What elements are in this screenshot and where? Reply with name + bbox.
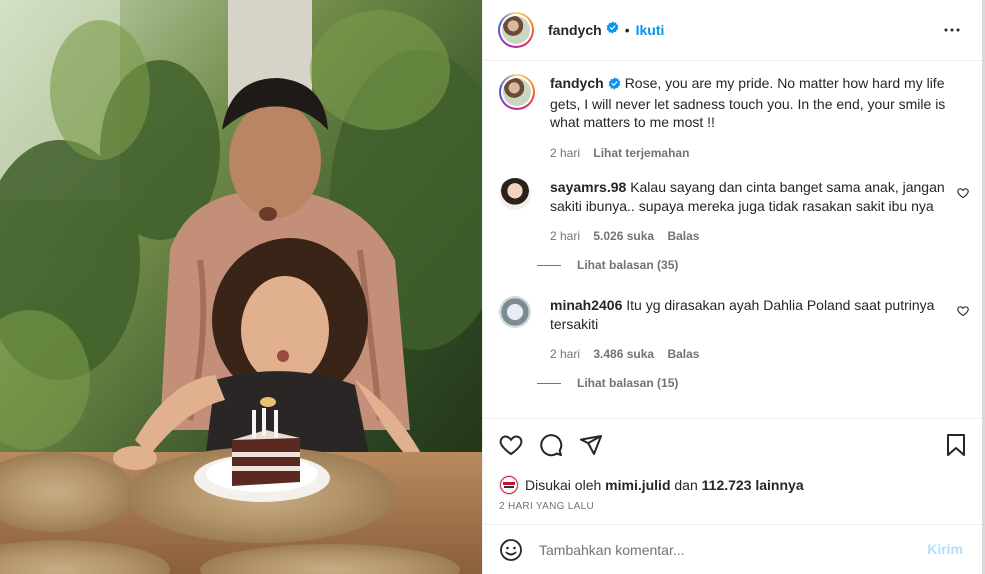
view-replies-label: Lihat balasan (35): [577, 258, 679, 272]
post-panel: fandych • Ikuti fandych Rose, you are my …: [482, 0, 983, 574]
comment-input[interactable]: [539, 538, 909, 562]
reply-button[interactable]: Balas: [667, 347, 699, 361]
add-comment-bar: Kirim: [483, 524, 983, 574]
post-photo: [0, 0, 482, 574]
verified-badge-icon: [608, 76, 621, 95]
caption-body: fandych Rose, you are my pride. No matter…: [550, 74, 960, 162]
follow-button[interactable]: Ikuti: [636, 22, 665, 38]
caption-username[interactable]: fandych: [550, 75, 604, 91]
view-replies-button[interactable]: Lihat balasan (35): [537, 258, 678, 272]
comment-icon[interactable]: [539, 433, 563, 462]
comments-section[interactable]: fandych Rose, you are my pride. No matter…: [483, 62, 983, 418]
comment-time[interactable]: 2 hari: [550, 229, 580, 243]
separator-dot: •: [624, 22, 630, 38]
post-date[interactable]: 2 HARI YANG LALU: [499, 501, 594, 512]
comment-likes[interactable]: 3.486 suka: [593, 347, 654, 361]
comment-heart-icon[interactable]: [957, 186, 969, 204]
divider-line: [537, 382, 561, 384]
likes-summary: Disukai oleh mimi.julid dan 112.723 lain…: [499, 475, 804, 495]
liked-by-connector: dan: [674, 477, 698, 493]
comment-meta: 2 hari 5.026 suka Balas: [550, 227, 945, 246]
comment-likes[interactable]: 5.026 suka: [593, 229, 654, 243]
author-username[interactable]: fandych: [548, 22, 602, 38]
liked-by-prefix: Disukai oleh: [525, 477, 602, 493]
commenter-avatar[interactable]: [499, 178, 531, 210]
commenter-avatar[interactable]: [499, 296, 531, 328]
reply-button[interactable]: Balas: [667, 229, 699, 243]
caption-time[interactable]: 2 hari: [550, 146, 580, 160]
bookmark-icon[interactable]: [945, 433, 967, 462]
comment-body: minah2406 Itu yg dirasakan ayah Dahlia P…: [550, 296, 945, 364]
commenter-username[interactable]: minah2406: [550, 297, 622, 313]
see-translation-link[interactable]: Lihat terjemahan: [593, 146, 689, 160]
heart-icon[interactable]: [499, 433, 523, 462]
view-replies-label: Lihat balasan (15): [577, 376, 679, 390]
caption-avatar[interactable]: [499, 74, 535, 110]
comment-time[interactable]: 2 hari: [550, 347, 580, 361]
view-replies-button[interactable]: Lihat balasan (15): [537, 376, 678, 390]
post-actions: Disukai oleh mimi.julid dan 112.723 lain…: [483, 418, 983, 524]
liked-by-user[interactable]: mimi.julid: [605, 477, 670, 493]
emoji-icon[interactable]: [499, 538, 523, 567]
comment-body: sayamrs.98 Kalau sayang dan cinta banget…: [550, 178, 945, 246]
liker-avatar[interactable]: [499, 475, 519, 495]
share-icon[interactable]: [579, 433, 603, 462]
author-avatar[interactable]: [498, 12, 534, 48]
liked-by-count[interactable]: 112.723 lainnya: [702, 477, 804, 493]
commenter-username[interactable]: sayamrs.98: [550, 179, 626, 195]
divider-line: [537, 264, 561, 266]
more-options-icon[interactable]: [943, 21, 961, 44]
comment-heart-icon[interactable]: [957, 304, 969, 322]
comment-meta: 2 hari 3.486 suka Balas: [550, 345, 945, 364]
post-header: fandych • Ikuti: [483, 0, 983, 61]
post-comment-button[interactable]: Kirim: [927, 541, 963, 557]
verified-badge-icon: [606, 21, 619, 39]
caption-meta: 2 hari Lihat terjemahan: [550, 144, 960, 163]
